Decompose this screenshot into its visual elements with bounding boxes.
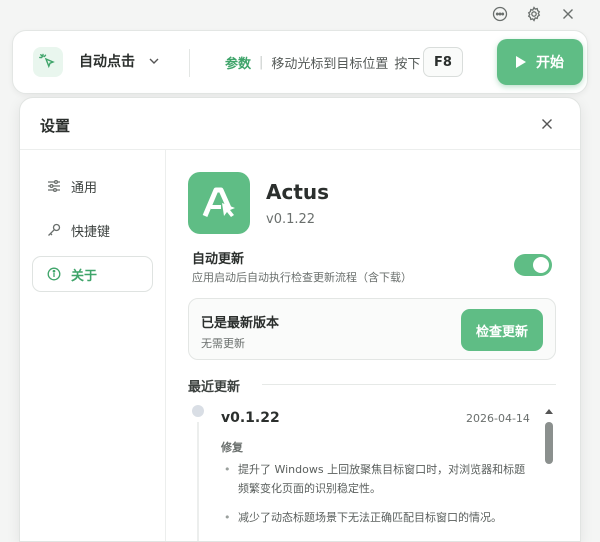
update-status-title: 已是最新版本 — [201, 316, 280, 331]
actus-logo-icon — [202, 187, 235, 217]
recent-updates-title: 最近更新 — [188, 380, 241, 395]
app-logo — [188, 172, 250, 234]
auto-update-toggle[interactable] — [514, 254, 552, 276]
mode-label: 自动点击 — [79, 54, 135, 70]
about-panel: Actus v0.1.22 自动更新 应用启动后自动执行检查更新流程（含下载） … — [166, 150, 580, 541]
update-status-description: 无需更新 — [201, 337, 245, 350]
sidebar-item-label: 通用 — [71, 180, 98, 196]
changelog-item: 提升了 Windows 上回放聚焦目标窗口时，对浏览器和标题频繁变化页面的识别稳… — [224, 460, 534, 498]
sidebar-item-about[interactable]: 关于 — [32, 256, 153, 292]
chat-icon[interactable] — [490, 4, 510, 24]
key-icon — [48, 223, 61, 236]
params-text: 移动光标到目标位置 — [271, 57, 389, 72]
sidebar-item-shortcuts[interactable]: 快捷键 — [32, 212, 153, 248]
sliders-icon — [48, 179, 60, 193]
hotkey-prefix: 按下 — [394, 57, 421, 72]
timeline-line — [197, 422, 199, 541]
mode-dropdown[interactable]: 自动点击 — [79, 51, 161, 71]
changelog-date: 2026-04-14 — [466, 412, 530, 425]
app-version: v0.1.22 — [266, 212, 316, 227]
gear-icon[interactable] — [524, 4, 544, 24]
auto-update-title: 自动更新 — [192, 252, 245, 267]
dialog-header: 设置 — [20, 98, 580, 150]
recent-updates-divider — [262, 384, 556, 385]
settings-sidebar: 通用 快捷键 关于 — [20, 150, 166, 541]
start-button[interactable]: 开始 — [497, 39, 583, 85]
changelog-version: v0.1.22 — [221, 410, 280, 426]
chevron-down-icon — [149, 58, 159, 64]
toolbar-divider — [189, 49, 190, 77]
timeline-dot — [192, 405, 204, 417]
app-name: Actus — [266, 180, 330, 204]
params-label[interactable]: 参数 — [225, 53, 251, 72]
check-update-button[interactable]: 检查更新 — [461, 309, 543, 351]
start-label: 开始 — [536, 55, 564, 71]
scrollbar-thumb[interactable] — [545, 422, 553, 464]
sidebar-item-general[interactable]: 通用 — [32, 168, 153, 204]
scroll-up-arrow-icon[interactable] — [544, 407, 554, 415]
main-toolbar: 自动点击 参数 | 移动光标到目标位置 按下 F8 开始 — [12, 30, 588, 94]
sidebar-item-label: 关于 — [71, 268, 98, 284]
dialog-close-icon[interactable] — [538, 115, 556, 133]
click-cursor-icon — [33, 47, 63, 77]
close-icon[interactable] — [558, 4, 578, 24]
params-hint: 参数 | 移动光标到目标位置 按下 — [225, 53, 420, 72]
window-controls — [490, 4, 578, 24]
sidebar-item-label: 快捷键 — [71, 224, 111, 240]
settings-dialog: 设置 通用 快捷键 关于 Actus v0.1.22 自动更新 应用启动后自动执… — [19, 97, 581, 542]
update-status-card: 已是最新版本 无需更新 检查更新 — [188, 298, 556, 360]
hotkey-badge[interactable]: F8 — [423, 47, 463, 77]
auto-update-description: 应用启动后自动执行检查更新流程（含下载） — [192, 271, 412, 284]
params-separator: | — [259, 55, 264, 70]
play-icon — [516, 56, 526, 68]
info-icon — [47, 267, 61, 281]
changelog-item: 减少了动态标题场景下无法正确匹配目标窗口的情况。 — [224, 508, 534, 527]
dialog-title: 设置 — [40, 117, 71, 135]
changelog-section: 修复 — [221, 441, 243, 454]
